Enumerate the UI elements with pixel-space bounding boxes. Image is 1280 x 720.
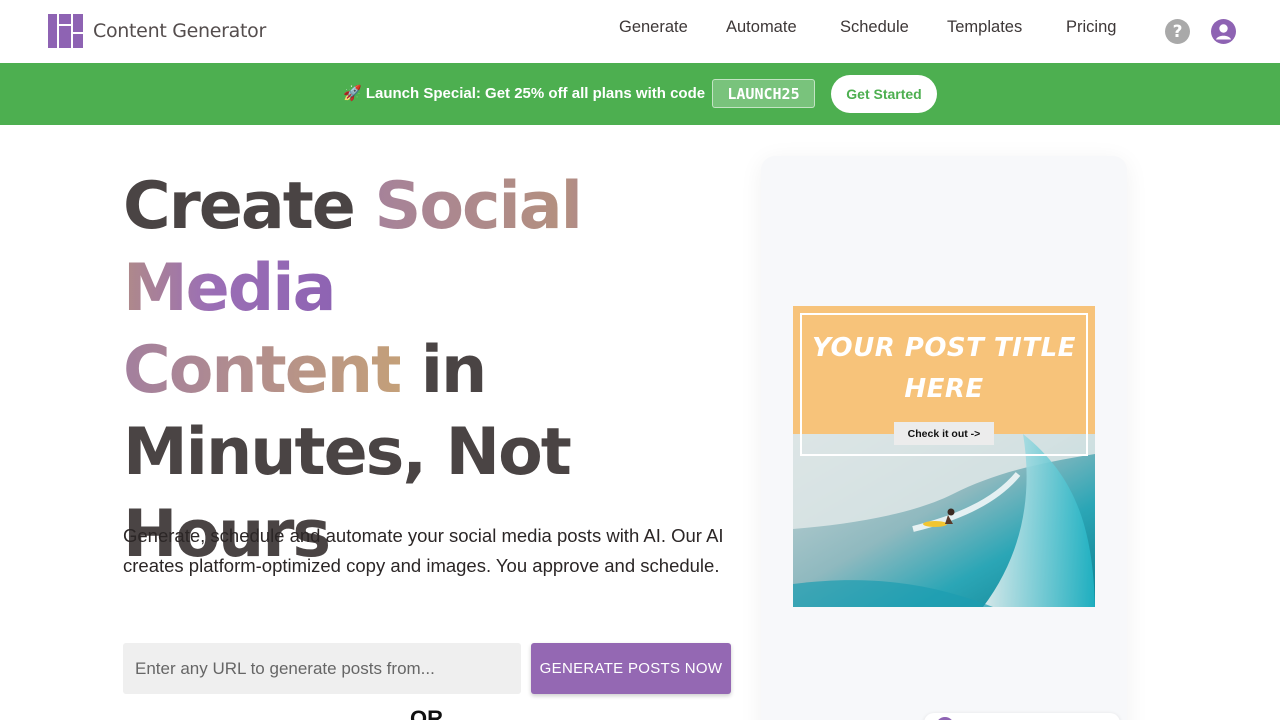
post-title-line-2: HERE <box>904 374 984 404</box>
generate-posts-button[interactable]: GENERATE POSTS NOW <box>531 643 731 694</box>
hero-subtitle: Generate, schedule and automate your soc… <box>123 525 724 576</box>
title-highlight-content: Content <box>123 333 402 408</box>
nav-pricing[interactable]: Pricing <box>1066 18 1116 37</box>
post-cta-button: Check it out -> <box>894 422 994 445</box>
user-circle-icon[interactable] <box>1211 19 1236 44</box>
get-started-button[interactable]: Get Started <box>831 75 937 113</box>
help-glyph: ? <box>1172 21 1183 42</box>
question-circle-icon[interactable]: ? <box>1165 19 1190 44</box>
url-input[interactable] <box>123 643 521 694</box>
title-part-create: Create <box>123 169 375 244</box>
surfer-wave-image <box>793 434 1095 607</box>
title-part-in: in <box>400 333 488 408</box>
hero-title: Create Social Media Content in Minutes, … <box>123 166 763 576</box>
brand-logo-link[interactable]: Content Generator <box>48 14 266 48</box>
promo-banner: 🚀 Launch Special: Get 25% off all plans … <box>0 63 1280 125</box>
site-header: Content Generator Generate Automate Sche… <box>0 0 1280 63</box>
promo-text: 🚀 Launch Special: Get 25% off all plans … <box>343 85 706 102</box>
nav-generate[interactable]: Generate <box>619 18 688 37</box>
title-part-minutes: Minutes, Not <box>123 415 572 490</box>
post-title-line-1: YOUR POST TITLE <box>812 333 1076 363</box>
promo-code-badge[interactable]: LAUNCH25 <box>712 79 815 108</box>
nav-schedule[interactable]: Schedule <box>840 18 909 37</box>
post-title: YOUR POST TITLE HERE <box>793 328 1095 410</box>
post-preview-image: YOUR POST TITLE HERE Check it out -> <box>793 306 1095 607</box>
logo-icon <box>48 14 83 48</box>
brand-name: Content Generator <box>93 20 266 42</box>
nav-templates[interactable]: Templates <box>947 18 1022 37</box>
preview-account-pill <box>924 713 1120 720</box>
nav-automate[interactable]: Automate <box>726 18 797 37</box>
or-divider: OR <box>410 706 443 720</box>
